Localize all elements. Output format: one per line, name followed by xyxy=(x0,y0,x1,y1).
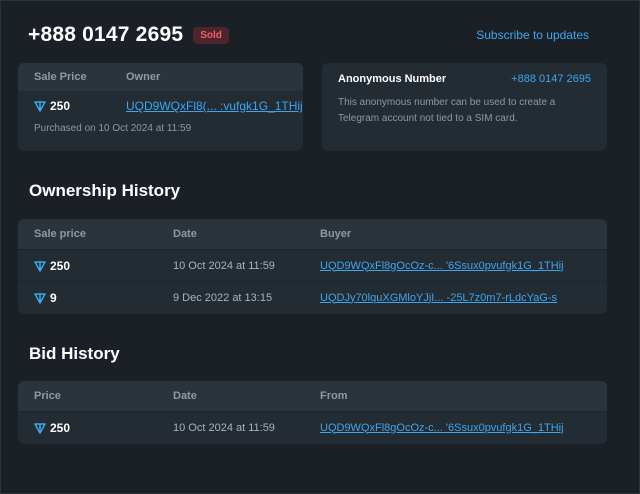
price-cell: 250 xyxy=(34,250,70,281)
subscribe-link[interactable]: Subscribe to updates xyxy=(476,28,589,42)
anonymous-number-description: This anonymous number can be used to cre… xyxy=(322,95,607,127)
description-line: Telegram account not tied to a SIM card. xyxy=(338,113,518,124)
anonymous-number-value: +888 0147 2695 xyxy=(511,73,591,85)
price-cell: 9 xyxy=(34,282,57,313)
ton-icon xyxy=(34,260,46,272)
price-value: 9 xyxy=(50,290,57,305)
col-buyer: Buyer xyxy=(320,228,352,240)
buyer-link[interactable]: UQDJy70lquXGMloYJjI... -25L7z0m7-rLdcYaG… xyxy=(320,282,557,313)
buyer-link[interactable]: UQD9WQxFl8gOcOz-c... '6Ssux0pvufgk1G_1TH… xyxy=(320,250,564,281)
col-date: Date xyxy=(173,228,197,240)
bid-history-title: Bid History xyxy=(29,344,120,363)
ton-icon xyxy=(34,101,46,112)
anonymous-number-header: Anonymous Number +888 0147 2695 xyxy=(322,63,607,95)
price-cell: 250 xyxy=(34,412,70,443)
page-title: +888 0147 2695 xyxy=(28,23,184,46)
price-value: 250 xyxy=(50,420,71,435)
bid-history-table: Price Date From 250 10 Oct 2024 at 11:59… xyxy=(18,381,607,444)
table-row: 250 10 Oct 2024 at 11:59 UQD9WQxFl8gOcOz… xyxy=(18,411,607,443)
anonymous-number-card: Anonymous Number +888 0147 2695 This ano… xyxy=(322,63,607,151)
col-price: Price xyxy=(34,390,61,402)
table-header: Sale price Date Buyer xyxy=(18,219,607,249)
date-cell: 10 Oct 2024 at 11:59 xyxy=(173,421,275,434)
ton-icon xyxy=(34,422,46,434)
table-header: Price Date From xyxy=(18,381,607,411)
col-sale-price: Sale Price xyxy=(34,71,87,83)
ownership-history-title: Ownership History xyxy=(29,181,181,200)
status-badge: Sold xyxy=(193,26,229,44)
price-value: 250 xyxy=(50,258,71,273)
col-sale-price: Sale price xyxy=(34,228,86,240)
ton-icon xyxy=(34,292,46,304)
description-line: This anonymous number can be used to cre… xyxy=(338,97,556,108)
sale-info-card: Sale Price Owner 250 UQD9WQxFl8(... :vuf… xyxy=(18,63,303,151)
header: +888 0147 2695 Sold Subscribe to updates xyxy=(28,19,589,51)
sale-info-header: Sale Price Owner xyxy=(18,63,303,91)
date-cell: 9 Dec 2022 at 13:15 xyxy=(173,291,273,304)
sale-info-row: 250 UQD9WQxFl8(... :vufgk1G_1THij xyxy=(18,91,303,121)
ownership-history-table: Sale price Date Buyer 250 10 Oct 2024 at… xyxy=(18,219,607,314)
anonymous-number-title: Anonymous Number xyxy=(338,73,447,85)
table-row: 250 10 Oct 2024 at 11:59 UQD9WQxFl8gOcOz… xyxy=(18,249,607,281)
sale-price-value: 250 xyxy=(50,99,71,113)
col-from: From xyxy=(320,390,348,402)
date-cell: 10 Oct 2024 at 11:59 xyxy=(173,259,275,272)
table-row: 9 9 Dec 2022 at 13:15 UQDJy70lquXGMloYJj… xyxy=(18,281,607,313)
owner-link[interactable]: UQD9WQxFl8(... :vufgk1G_1THij xyxy=(126,99,303,113)
bidder-link[interactable]: UQD9WQxFl8gOcOz-c... '6Ssux0pvufgk1G_1TH… xyxy=(320,412,564,443)
purchased-date: Purchased on 10 Oct 2024 at 11:59 xyxy=(34,123,192,134)
col-owner: Owner xyxy=(126,71,161,83)
col-date: Date xyxy=(173,390,197,402)
